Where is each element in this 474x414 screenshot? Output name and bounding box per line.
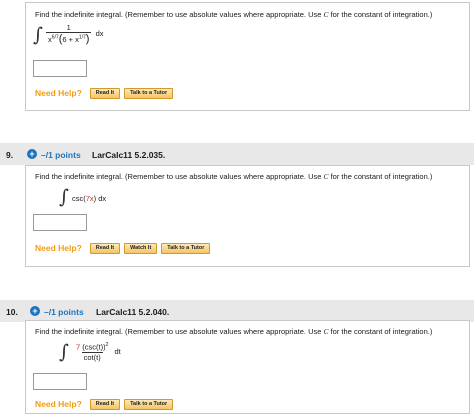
talk-to-tutor-button[interactable]: Talk to a Tutor <box>161 242 211 254</box>
question-id: LarCalc11 5.2.035. <box>92 150 166 160</box>
integrand-fraction: 7 (csc(t))2 cot(t) <box>74 342 110 362</box>
integral-sign: ∫ <box>33 24 43 46</box>
differential: dt <box>114 346 121 356</box>
question-10-box: Find the indefinite integral. (Remember … <box>25 320 470 414</box>
read-it-button[interactable]: Read It <box>89 242 121 254</box>
fraction-numerator: 1 <box>66 23 71 32</box>
watch-it-button[interactable]: Watch It <box>124 242 158 254</box>
question-8-integrand: 1 x6/7(6 + x1/7) dx <box>46 23 103 45</box>
help-row: Need Help? Read It Watch It Talk to a Tu… <box>35 242 214 254</box>
talk-to-tutor-button[interactable]: Talk to a Tutor <box>124 87 174 99</box>
question-number: 10. <box>6 307 18 317</box>
plus-icon[interactable]: + <box>27 149 37 159</box>
need-help-label: Need Help? <box>35 88 82 98</box>
question-9-prompt: Find the indefinite integral. (Remember … <box>35 172 433 181</box>
answer-input[interactable] <box>33 373 87 390</box>
question-id: LarCalc11 5.2.040. <box>96 307 170 317</box>
question-8-box: Find the indefinite integral. (Remember … <box>25 2 470 111</box>
integral-sign: ∫ <box>59 341 69 363</box>
need-help-label: Need Help? <box>35 399 82 409</box>
fraction-numerator: 7 (csc(t))2 <box>76 342 109 352</box>
help-row: Need Help? Read It Talk to a Tutor <box>35 87 177 99</box>
question-9-box: Find the indefinite integral. (Remember … <box>25 165 470 267</box>
question-8-prompt: Find the indefinite integral. (Remember … <box>35 10 433 19</box>
question-10-header: 10. + –/1 points LarCalc11 5.2.040. <box>0 300 474 322</box>
plus-icon[interactable]: + <box>30 306 40 316</box>
answer-input[interactable] <box>33 214 87 231</box>
question-number: 9. <box>6 150 14 160</box>
differential: dx <box>95 28 104 38</box>
integral-sign: ∫ <box>59 186 69 208</box>
read-it-button[interactable]: Read It <box>89 87 121 99</box>
question-9-header: 9. + –/1 points LarCalc11 5.2.035. <box>0 143 474 165</box>
integrand-fraction: 1 x6/7(6 + x1/7) <box>46 23 92 45</box>
fraction-denominator: x6/7(6 + x1/7) <box>46 32 92 45</box>
answer-input[interactable] <box>33 60 87 77</box>
question-9-integrand: csc(7x) dx <box>72 194 107 203</box>
help-row: Need Help? Read It Talk to a Tutor <box>35 398 177 410</box>
talk-to-tutor-button[interactable]: Talk to a Tutor <box>124 398 174 410</box>
read-it-button[interactable]: Read It <box>89 398 121 410</box>
question-10-integrand: 7 (csc(t))2 cot(t) dt <box>74 342 121 362</box>
points-label: –/1 points <box>44 307 84 317</box>
question-10-prompt: Find the indefinite integral. (Remember … <box>35 327 433 336</box>
points-label: –/1 points <box>41 150 81 160</box>
fraction-denominator: cot(t) <box>81 351 103 362</box>
need-help-label: Need Help? <box>35 243 82 253</box>
